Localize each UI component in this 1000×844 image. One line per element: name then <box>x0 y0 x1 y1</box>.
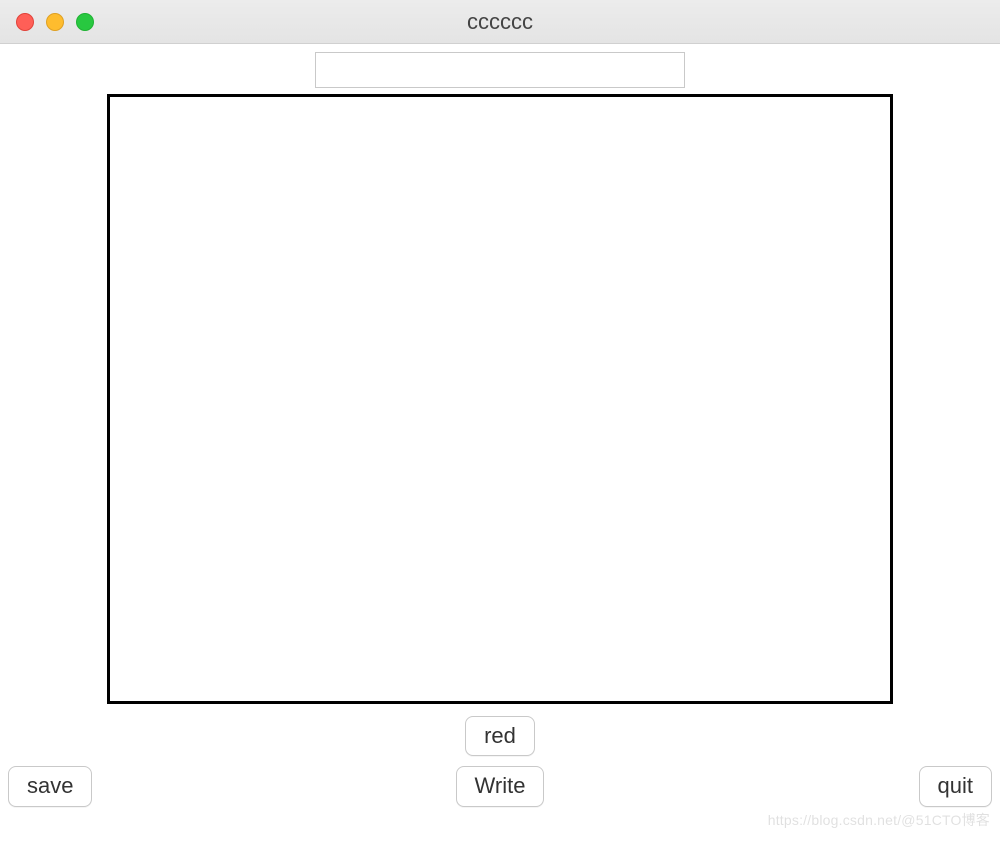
main-textarea[interactable] <box>107 94 893 704</box>
textarea-row <box>0 94 1000 704</box>
entry-row <box>0 48 1000 94</box>
maximize-icon[interactable] <box>76 13 94 31</box>
content-area: red save Write quit <box>0 44 1000 807</box>
save-button[interactable]: save <box>8 766 92 806</box>
traffic-lights <box>16 13 94 31</box>
red-button[interactable]: red <box>465 716 535 756</box>
close-icon[interactable] <box>16 13 34 31</box>
quit-button[interactable]: quit <box>919 766 992 806</box>
titlebar: cccccc <box>0 0 1000 44</box>
bottom-button-row: save Write quit <box>0 766 1000 806</box>
entry-input[interactable] <box>315 52 685 88</box>
watermark-text: https://blog.csdn.net/@51CTO博客 <box>768 810 990 830</box>
window-title: cccccc <box>0 9 1000 35</box>
red-button-row: red <box>0 716 1000 756</box>
write-button[interactable]: Write <box>456 766 545 806</box>
minimize-icon[interactable] <box>46 13 64 31</box>
